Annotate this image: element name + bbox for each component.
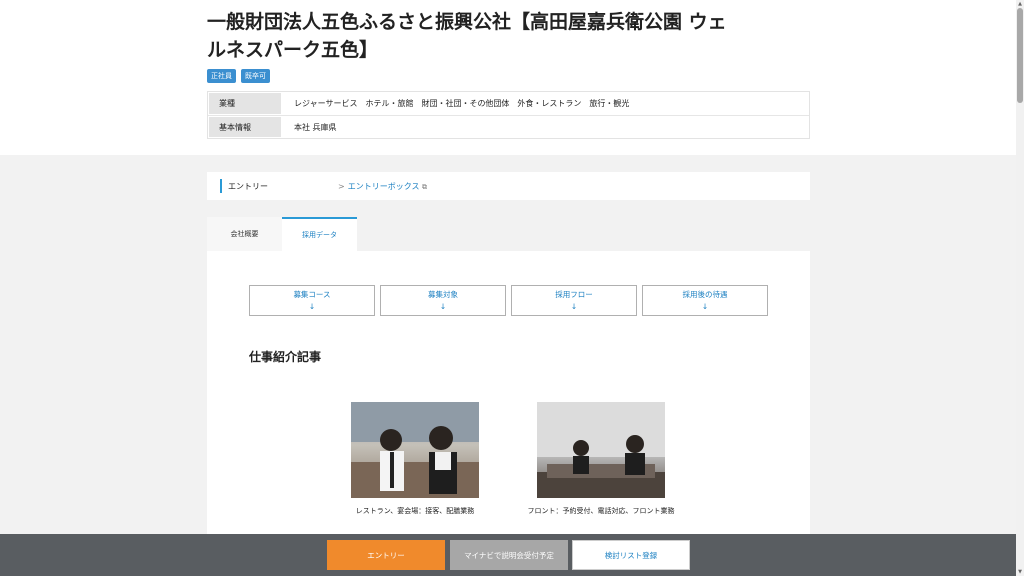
article-photo-restaurant[interactable] — [351, 402, 479, 498]
add-to-list-button[interactable]: 検討リスト登録 — [572, 540, 690, 570]
info-label: 基本情報 — [209, 117, 281, 137]
section-title: 仕事紹介記事 — [249, 350, 322, 364]
anchor-label: 採用後の待遇 — [682, 290, 728, 299]
anchor-flow-button[interactable]: 採用フロー ↓ — [511, 285, 637, 316]
entry-box: エントリー > エントリーボックス ⧉ — [207, 172, 810, 200]
anchor-label: 募集コース — [293, 290, 331, 299]
tag-list: 正社員 既卒可 — [207, 69, 270, 83]
company-header: 一般財団法人五色ふるさと振興公社【高田屋嘉兵衛公園 ウェルネスパーク五色】 正社… — [0, 0, 1016, 155]
tag-seishain: 正社員 — [207, 69, 236, 83]
arrow-down-icon: ↓ — [439, 302, 447, 311]
info-table: 業種 レジャーサービス ホテル・旅館 財団・社団・その他団体 外食・レストラン … — [207, 91, 810, 139]
tag-kisotsu: 既卒可 — [241, 69, 270, 83]
page-scrollbar[interactable]: ▲ ▼ — [1016, 0, 1024, 576]
entry-accent-bar — [220, 179, 222, 193]
anchor-course-button[interactable]: 募集コース ↓ — [249, 285, 375, 316]
arrow-down-icon: ↓ — [570, 302, 578, 311]
tab-company-overview[interactable]: 会社概要 — [207, 217, 282, 251]
anchor-nav: 募集コース ↓ 募集対象 ↓ 採用フロー ↓ 採用後の待遇 ↓ — [249, 285, 768, 316]
entry-label: エントリー — [228, 182, 268, 191]
scroll-down-icon[interactable]: ▼ — [1017, 569, 1023, 575]
arrow-down-icon: ↓ — [308, 302, 316, 311]
anchor-label: 募集対象 — [428, 290, 458, 299]
front-desk-staff-image — [537, 402, 665, 498]
arrow-down-icon: ↓ — [701, 302, 709, 311]
restaurant-staff-image — [351, 402, 479, 498]
anchor-label: 採用フロー — [555, 290, 593, 299]
info-label: 業種 — [209, 93, 281, 114]
chevron-right-icon: > — [338, 182, 345, 191]
recruitment-panel: 募集コース ↓ 募集対象 ↓ 採用フロー ↓ 採用後の待遇 ↓ 仕事紹介記事 レ… — [207, 251, 810, 541]
article-caption-front[interactable]: フロント：予約受付、電話対応、フロント業務 — [503, 506, 699, 516]
scrollbar-thumb[interactable] — [1017, 8, 1023, 103]
bottom-action-bar: エントリー マイナビで説明会受付予定 検討リスト登録 — [0, 534, 1016, 576]
tab-bar: 会社概要 採用データ — [207, 217, 357, 251]
company-title: 一般財団法人五色ふるさと振興公社【高田屋嘉兵衛公園 ウェルネスパーク五色】 — [207, 11, 727, 61]
entry-button[interactable]: エントリー — [327, 540, 445, 570]
entry-box-link-text: エントリーボックス — [347, 182, 420, 191]
info-value: レジャーサービス ホテル・旅館 財団・社団・その他団体 外食・レストラン 旅行・… — [294, 99, 630, 108]
info-value: 本社 兵庫県 — [294, 122, 337, 132]
tab-recruitment-data[interactable]: 採用データ — [282, 217, 357, 251]
anchor-treatment-button[interactable]: 採用後の待遇 ↓ — [642, 285, 768, 316]
anchor-target-button[interactable]: 募集対象 ↓ — [380, 285, 506, 316]
entry-box-link[interactable]: > エントリーボックス ⧉ — [338, 181, 427, 192]
external-link-icon: ⧉ — [422, 183, 428, 191]
article-photo-front[interactable] — [537, 402, 665, 498]
article-caption-restaurant[interactable]: レストラン、宴会場：接客、配膳業務 — [317, 506, 513, 516]
briefing-button[interactable]: マイナビで説明会受付予定 — [450, 540, 568, 570]
scroll-up-icon[interactable]: ▲ — [1017, 1, 1023, 7]
info-row-basic: 基本情報 本社 兵庫県 — [208, 115, 809, 138]
info-row-industry: 業種 レジャーサービス ホテル・旅館 財団・社団・その他団体 外食・レストラン … — [208, 92, 809, 115]
